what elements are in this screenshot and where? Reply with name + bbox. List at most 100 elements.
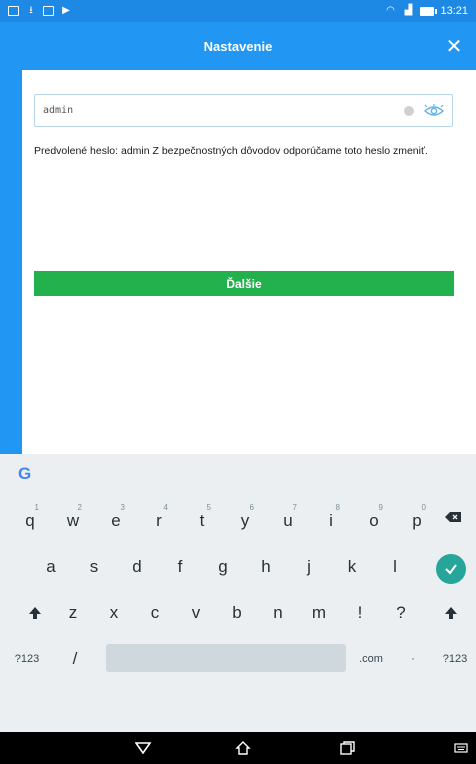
shift-key[interactable]: [20, 594, 50, 632]
status-bar: ⭳ ▶ ◠ ▟ 13:21: [0, 0, 476, 22]
key-hint: 1: [34, 503, 39, 512]
eye-icon[interactable]: [424, 103, 444, 118]
wifi-icon: ◠: [386, 5, 395, 16]
key-d[interactable]: d: [122, 548, 152, 586]
key-hint: 5: [206, 503, 211, 512]
key-a[interactable]: a: [36, 548, 66, 586]
key-hint: 4: [163, 503, 168, 512]
next-button[interactable]: Ďalšie: [34, 271, 454, 296]
key-label: y: [240, 511, 250, 530]
key-m[interactable]: m: [304, 594, 334, 632]
key-x[interactable]: x: [99, 594, 129, 632]
key-r[interactable]: r4: [144, 502, 174, 540]
key-n[interactable]: n: [263, 594, 293, 632]
dotcom-key[interactable]: .com: [356, 640, 386, 678]
symbols-key-right[interactable]: ?123: [440, 640, 470, 678]
key-b[interactable]: b: [222, 594, 252, 632]
recents-icon: [340, 741, 355, 755]
enter-key[interactable]: [436, 554, 466, 584]
signal-icon: ▟: [404, 5, 413, 16]
key-label: q: [25, 511, 35, 530]
key-i[interactable]: i8: [316, 502, 346, 540]
key-p[interactable]: p0: [402, 502, 432, 540]
password-field[interactable]: admin: [34, 94, 453, 127]
key-label: r: [156, 511, 162, 530]
key-u[interactable]: u7: [273, 502, 303, 540]
key-f[interactable]: f: [165, 548, 195, 586]
key-hint: 7: [292, 503, 297, 512]
key-hint: 8: [335, 503, 340, 512]
key-o[interactable]: o9: [359, 502, 389, 540]
key-y[interactable]: y6: [230, 502, 260, 540]
key-e[interactable]: e3: [101, 502, 131, 540]
password-input[interactable]: admin: [43, 105, 404, 116]
key-label: o: [369, 511, 379, 530]
key-exclamation[interactable]: !: [345, 594, 375, 632]
notification-icons: ⭳ ▶: [8, 6, 72, 17]
keyboard-icon: [454, 743, 468, 753]
battery-icon: [420, 6, 438, 16]
key-g[interactable]: g: [208, 548, 238, 586]
key-hint: 2: [77, 503, 82, 512]
backspace-icon: [445, 512, 461, 522]
key-c[interactable]: c: [140, 594, 170, 632]
key-k[interactable]: k: [337, 548, 367, 586]
navigation-bar: [0, 732, 476, 764]
key-hint: 6: [249, 503, 254, 512]
key-v[interactable]: v: [181, 594, 211, 632]
download-icon: ⭳: [29, 5, 33, 16]
content-panel: admin Predvolené heslo: admin Z bezpečno…: [22, 70, 476, 454]
period-key[interactable]: ·: [398, 640, 428, 678]
key-l[interactable]: l: [380, 548, 410, 586]
keyboard-toolbar: G: [0, 454, 476, 494]
screenshot-icon: [43, 6, 54, 16]
on-screen-keyboard: G q1w2e3r4t5y6u7i8o9p0 asdfghjkl zxcvbnm…: [0, 454, 476, 732]
key-h[interactable]: h: [251, 548, 281, 586]
back-icon: [135, 742, 151, 754]
close-icon: ✕: [445, 35, 463, 58]
page-title: Nastavenie: [203, 38, 273, 54]
play-store-icon: ▶: [62, 5, 70, 16]
keyboard-row-4: ?123 / .com · ?123: [0, 636, 476, 682]
keyboard-row-2: asdfghjkl: [0, 544, 476, 590]
key-label: w: [66, 511, 80, 530]
recents-button[interactable]: [336, 738, 358, 758]
slash-key[interactable]: /: [60, 640, 90, 678]
key-w[interactable]: w2: [58, 502, 88, 540]
key-s[interactable]: s: [79, 548, 109, 586]
key-label: u: [283, 511, 293, 530]
key-hint: 3: [120, 503, 125, 512]
backspace-key[interactable]: [438, 498, 468, 536]
key-label: t: [199, 511, 205, 530]
key-label: i: [329, 511, 333, 530]
key-label: p: [412, 511, 422, 530]
key-label: e: [111, 511, 121, 530]
key-question[interactable]: ?: [386, 594, 416, 632]
keyboard-switch-button[interactable]: [450, 738, 472, 758]
symbols-key[interactable]: ?123: [12, 640, 42, 678]
default-password-hint: Predvolené heslo: admin Z bezpečnostných…: [34, 145, 428, 157]
check-icon: [445, 564, 457, 575]
key-t[interactable]: t5: [187, 502, 217, 540]
key-z[interactable]: z: [58, 594, 88, 632]
home-button[interactable]: [232, 738, 254, 758]
clock: 13:21: [440, 5, 468, 17]
space-bar[interactable]: [106, 644, 346, 672]
system-icons: ◠ ▟ 13:21: [384, 5, 468, 17]
keyboard-row-3: z x c v b n m!?: [0, 590, 476, 636]
close-button[interactable]: ✕: [440, 32, 468, 60]
home-icon: [235, 741, 251, 755]
google-logo[interactable]: G: [18, 464, 31, 484]
key-q[interactable]: q1: [15, 502, 45, 540]
key-hint: 0: [421, 503, 426, 512]
shift-icon: [445, 607, 457, 619]
app-header: Nastavenie ✕: [0, 22, 476, 70]
key-j[interactable]: j: [294, 548, 324, 586]
keyboard-row-1: q1w2e3r4t5y6u7i8o9p0: [0, 498, 476, 544]
clear-icon[interactable]: [404, 105, 414, 116]
message-icon: [8, 6, 19, 16]
shift-key-right[interactable]: [436, 594, 466, 632]
back-button[interactable]: [132, 738, 154, 758]
key-hint: 9: [378, 503, 383, 512]
shift-icon: [29, 607, 41, 619]
